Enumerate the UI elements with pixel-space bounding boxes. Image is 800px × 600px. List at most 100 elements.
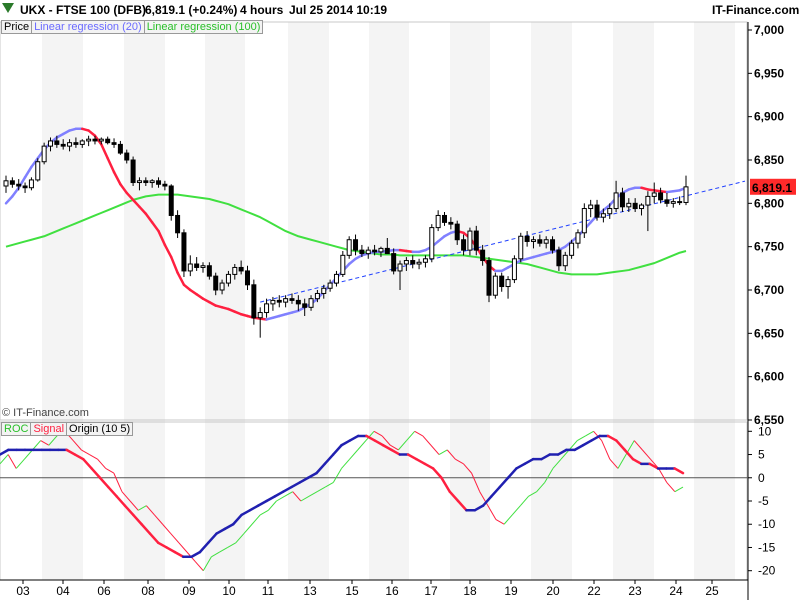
signal-segment [406,453,418,461]
day-band [531,22,572,580]
candle-body [505,279,511,288]
candle-body [35,161,41,181]
candle-body [86,138,92,142]
signal-segment [498,476,510,489]
roc-segment [577,435,586,442]
candle-body [200,265,206,268]
signal-segment [82,457,93,470]
candle-body [79,140,85,145]
candle-body [111,142,117,145]
candle-body [283,298,289,303]
signal-segment [440,476,452,493]
candle-body [486,260,492,296]
roc-segment [276,495,285,502]
price-ytick-label: 7,000 [754,23,784,37]
legend-price[interactable]: Price [1,20,33,34]
candle-body [327,282,333,289]
legend-top: Price Linear regression (20) Linear regres… [1,20,264,34]
interval: 4 hours [240,3,284,17]
last-price-label: 6,819.1 [752,181,792,195]
candle-body [378,247,384,253]
lr20-segment [23,165,33,179]
roc-segment [341,458,351,469]
candle-body [537,239,543,244]
candle-body [225,273,231,284]
candle-body [67,142,73,147]
legend-origin[interactable]: Origin (10 5) [66,422,134,436]
signal-segment [165,546,177,554]
roc-segment [666,482,676,493]
candle-body [575,232,581,244]
candle-body [664,199,670,204]
candle-body [98,138,104,142]
candle-body [550,239,556,251]
candle-body [270,299,276,305]
candle-body [346,239,352,256]
signal-segment [673,467,685,475]
candle-body [136,180,142,184]
candle-body [308,298,314,308]
candle-body [530,239,536,242]
candle-body [422,258,428,263]
candle-body [22,185,28,189]
candle-body [569,242,575,256]
candle-body [442,214,448,223]
day-band [694,22,735,580]
candle-body [16,183,22,187]
candle-body [289,298,295,301]
signal-segment [107,485,118,498]
price-change: 6,819.1 (+0.24%) [145,3,238,17]
candle-body [143,180,149,184]
signal-segment [190,550,202,559]
legend-lr20[interactable]: Linear regression (20) [31,20,145,34]
signal-segment [248,504,260,512]
candle-body [588,204,594,210]
xtick-label: 09 [182,584,196,598]
candle-body [251,284,257,319]
lr20-segment [163,243,173,259]
candle-body [41,145,47,163]
candle-body [670,201,676,204]
candle-body [626,202,632,208]
signal-segment [265,495,277,503]
signal-segment [573,443,585,452]
candle-body [454,223,460,241]
candle-body [600,213,606,218]
candle-body [194,263,200,268]
roc-segment [0,454,9,465]
roc-segment [585,430,594,437]
candle-body [257,312,263,319]
candle-body [181,232,187,272]
candle-body [302,303,308,308]
lr20-segment [169,255,179,274]
candle-body [607,208,613,215]
candle-body [340,254,346,275]
roc-segment [89,454,98,460]
candle-body [264,303,270,314]
candle-body [54,140,60,145]
lr20-segment [106,157,116,174]
signal-segment [431,467,443,480]
xtick-label: 06 [97,584,111,598]
signal-segment [98,476,110,489]
candle-body [658,192,664,201]
legend-roc[interactable]: ROC [1,422,32,436]
roc-segment [259,509,269,516]
candle-body [391,253,397,272]
roc-segment [105,468,115,474]
legend-signal[interactable]: Signal [30,422,68,436]
candle-body [3,180,9,187]
candle-body [156,180,162,185]
roc-ytick-label: 5 [758,448,765,462]
candle-body [353,239,359,251]
price-ytick-label: 6,850 [754,153,784,167]
candle-body [47,140,53,147]
price-ytick-label: 6,650 [754,326,784,340]
legend-lr100[interactable]: Linear regression (100) [143,20,264,34]
candle-body [117,143,123,154]
candle-body [461,239,467,251]
candle-body [518,235,524,260]
candle-body [645,195,651,206]
xtick-label: 18 [463,584,477,598]
xtick-label: 19 [504,584,518,598]
